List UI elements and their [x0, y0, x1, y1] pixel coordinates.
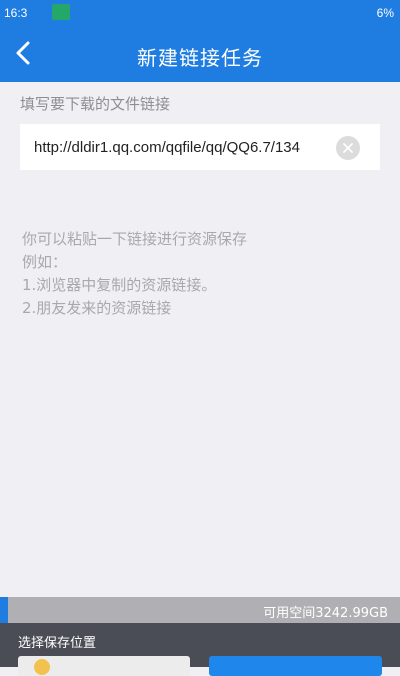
- close-icon: [343, 143, 353, 153]
- hint-line: 例如：: [22, 253, 68, 271]
- clear-input-button[interactable]: [336, 136, 360, 160]
- available-space-label: 可用空间3242.99GB: [263, 606, 388, 621]
- save-location-label: 选择保存位置: [18, 636, 97, 651]
- nav-bar: 新建链接任务: [0, 26, 400, 82]
- status-bar: 16:3 6%: [0, 0, 400, 26]
- url-field-label: 填写要下载的文件链接: [20, 95, 171, 113]
- hint-text: 你可以粘贴一下链接进行资源保存 例如： 1.浏览器中复制的资源链接。 2.朋友发…: [22, 228, 247, 320]
- url-input[interactable]: [34, 124, 329, 170]
- page-title: 新建链接任务: [137, 46, 263, 70]
- save-location-button[interactable]: [18, 656, 190, 676]
- bottom-panel: 选择保存位置: [0, 623, 400, 676]
- status-time: 16:3: [4, 6, 28, 20]
- storage-bar: 可用空间3242.99GB: [0, 597, 400, 623]
- hint-line: 1.浏览器中复制的资源链接。: [22, 276, 217, 294]
- url-input-container: [20, 124, 380, 170]
- battery-level: 6%: [376, 6, 394, 20]
- folder-icon: [34, 659, 50, 675]
- hint-line: 2.朋友发来的资源链接: [22, 299, 172, 317]
- confirm-button[interactable]: [209, 656, 382, 676]
- notification-icon: [52, 4, 70, 20]
- hint-line: 你可以粘贴一下链接进行资源保存: [22, 230, 248, 248]
- storage-used-fill: [0, 597, 8, 623]
